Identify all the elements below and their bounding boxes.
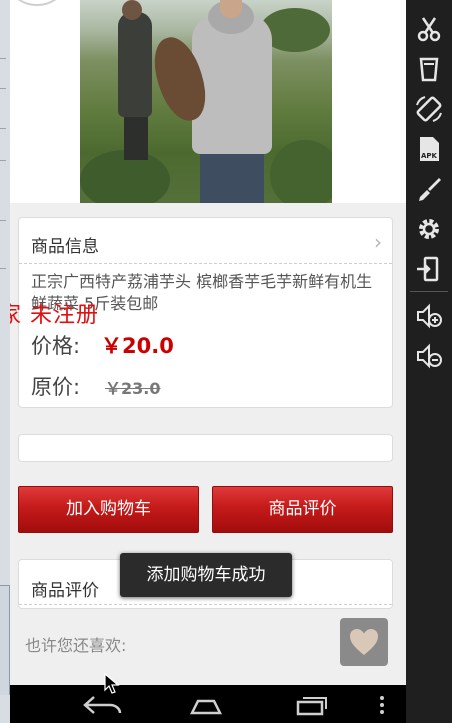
product-info-title: 商品信息 (31, 237, 99, 257)
image-indicator (12, 0, 62, 6)
product-photo[interactable] (80, 0, 332, 203)
desktop-mark (0, 220, 6, 221)
desktop-mark (0, 128, 6, 129)
photo-person-legs (200, 150, 264, 203)
trash-icon[interactable] (415, 55, 443, 83)
product-info-header[interactable]: 商品信息 › (19, 218, 392, 264)
desktop-mark (0, 268, 6, 269)
photo-person-face (220, 0, 242, 18)
mouse-cursor-icon (104, 673, 120, 694)
chevron-right-icon: › (374, 230, 382, 254)
photo-person-head (122, 0, 142, 20)
photo-person-body (118, 12, 152, 117)
brush-icon[interactable] (415, 175, 443, 203)
photo-person-legs (124, 112, 148, 160)
navigation-bar (10, 685, 406, 723)
toolbar-divider (410, 291, 448, 292)
menu-icon[interactable] (376, 693, 388, 717)
desktop-mark (0, 58, 6, 59)
app-screen: 商品信息 › 正宗广西特产荔浦芋头 槟榔香芋毛芋新鲜有机生鲜蔬菜 5斤装包邮 价… (10, 0, 406, 685)
desktop-mark (0, 160, 6, 161)
favorite-button[interactable] (340, 618, 388, 666)
reviews-button[interactable]: 商品评价 (212, 486, 393, 533)
scissors-icon[interactable] (415, 15, 443, 43)
desktop-background-strip (0, 0, 10, 723)
volume-up-icon[interactable] (415, 302, 443, 330)
product-image-area (10, 0, 406, 203)
apk-icon[interactable]: APK (415, 135, 443, 163)
recent-apps-icon[interactable] (294, 693, 330, 717)
desktop-window-edge (0, 585, 10, 695)
svg-text:APK: APK (421, 152, 438, 160)
reviews-title: 商品评价 (31, 581, 99, 601)
original-price-value: ￥23.0 (105, 379, 161, 398)
price-label: 价格: (31, 334, 81, 358)
photo-foliage (270, 140, 332, 203)
gear-icon[interactable] (415, 215, 443, 243)
unregistered-watermark: 家 未注册 (10, 303, 99, 328)
import-icon[interactable] (415, 255, 443, 283)
emulator-toolbar: APK (406, 0, 452, 723)
divider (19, 604, 392, 605)
desktop-mark (0, 88, 6, 89)
back-icon[interactable] (80, 693, 124, 717)
volume-down-icon[interactable] (415, 342, 443, 370)
original-price-label: 原价: (31, 375, 81, 399)
recommend-label: 也许您还喜欢: (25, 636, 127, 655)
home-icon[interactable] (188, 693, 224, 717)
toast-message: 添加购物车成功 (120, 553, 292, 597)
options-panel[interactable] (18, 434, 393, 462)
price-value: ￥20.0 (101, 334, 174, 358)
rotate-screen-icon[interactable] (415, 95, 443, 123)
heart-icon (350, 629, 378, 655)
add-to-cart-button[interactable]: 加入购物车 (18, 486, 199, 533)
